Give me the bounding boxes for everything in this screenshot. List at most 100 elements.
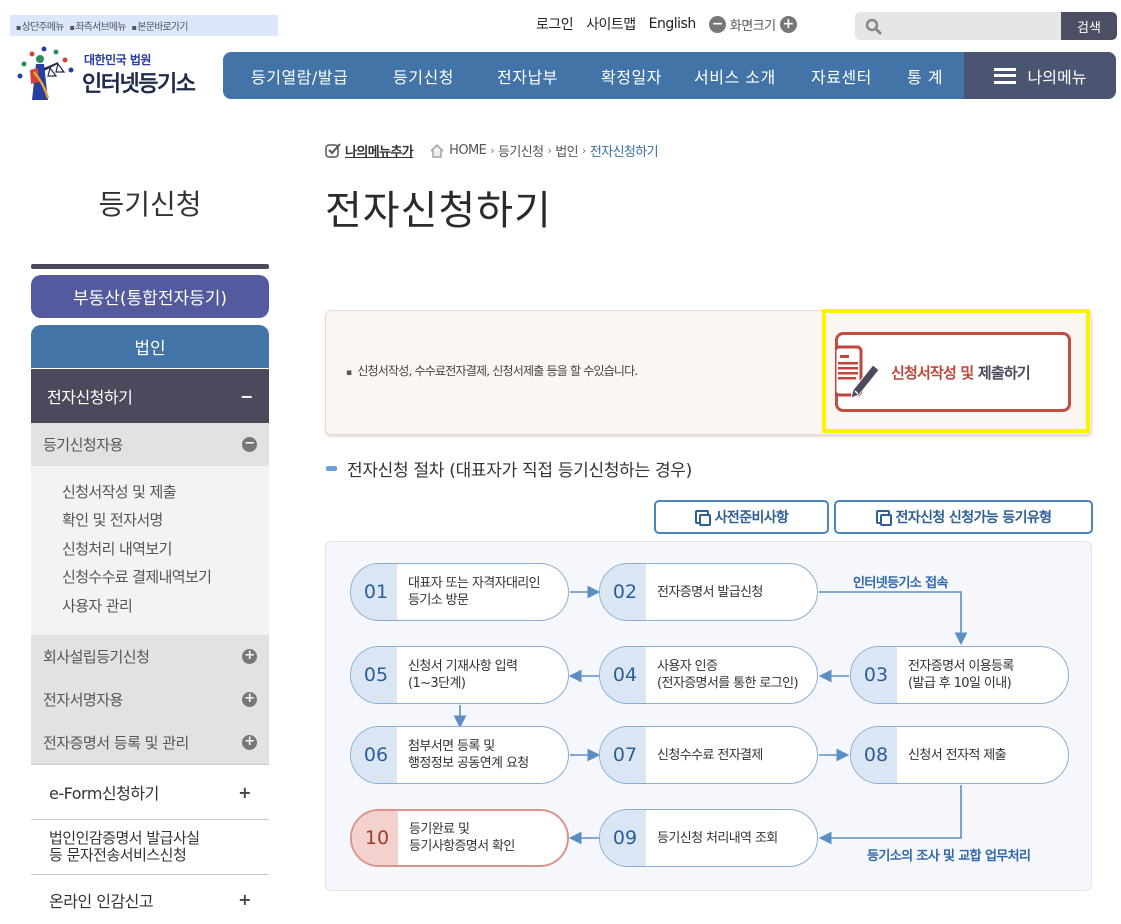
add-my-menu-link[interactable]: 나의메뉴추가 (325, 141, 414, 160)
expand-icon: + (238, 890, 251, 909)
step-number: 06 (351, 727, 397, 783)
submenu-item-fee-history[interactable]: 신청수수료 결제내역보기 (62, 563, 269, 591)
submenu-item-user-management[interactable]: 사용자 관리 (62, 592, 269, 620)
sidebar-realestate-button[interactable]: 부동산(통합전자등기) (31, 275, 269, 318)
skip-link-side-menu[interactable]: 좌측서브메뉴 (70, 18, 126, 33)
flow-step: 06 첨부서면 등록 및 행정정보 공동연계 요청 (350, 726, 569, 784)
my-menu-label: 나의메뉴 (1027, 67, 1087, 87)
flow-step: 09 등기신청 처리내역 조회 (599, 809, 818, 867)
sidebar-group-signer[interactable]: 전자서명자용 + (31, 678, 269, 721)
english-link[interactable]: English (649, 16, 697, 32)
step-number: 03 (851, 647, 897, 703)
screen-size-control: − 화면크기 + (708, 15, 797, 34)
chevron-right-icon: › (582, 144, 586, 157)
flow-step: 01 대표자 또는 자격자대리인 등기소 방문 (350, 563, 569, 621)
sidebar-group-label: 전자서명자용 (43, 691, 123, 709)
skip-navigation: 상단주메뉴 좌측서브메뉴 본문바로가기 (10, 15, 278, 36)
collapse-icon: − (240, 386, 253, 406)
preparation-label: 사전준비사항 (714, 510, 789, 526)
step-label: 신청서 전자적 제출 (908, 747, 1007, 763)
plus-circle-icon: + (242, 735, 257, 750)
chevron-right-icon: › (547, 144, 552, 157)
submenu-item-confirm-sign[interactable]: 확인 및 전자서명 (62, 506, 269, 534)
logo-title: 인터넷등기소 (82, 72, 196, 97)
step-number: 09 (600, 810, 646, 866)
breadcrumb-corporation[interactable]: 법인 (555, 141, 578, 160)
copy-icon (694, 510, 711, 526)
flow-note-processing: 등기소의 조사 및 교합 업무처리 (867, 849, 1031, 864)
sidebar-item-label: 온라인 인감신고 (49, 891, 154, 911)
flow-step: 03 전자증명서 이용등록 (발급 후 10일 이내) (850, 646, 1069, 704)
flow-step: 07 신청수수료 전자결제 (599, 726, 818, 784)
gnb-item-e-payment[interactable]: 전자납부 (497, 64, 601, 88)
sitemap-link[interactable]: 사이트맵 (586, 14, 636, 34)
copy-icon (875, 510, 892, 526)
notice-text: 신청서작성, 수수료전자결제, 신청서제출 등을 할 수있습니다. (346, 362, 638, 379)
search-icon (865, 18, 882, 35)
court-emblem-icon (17, 46, 74, 100)
home-icon (430, 143, 444, 158)
search-bar: 검색 (855, 12, 1117, 40)
registration-types-button[interactable]: 전자신청 신청가능 등기유형 (834, 500, 1093, 534)
section-bullet-icon (326, 466, 337, 471)
step-label: 전자증명서 이용등록 (발급 후 10일 이내) (908, 659, 1014, 691)
zoom-in-icon[interactable]: + (779, 15, 797, 33)
gnb-item-data-center[interactable]: 자료센터 (811, 64, 907, 88)
site-logo[interactable]: 대한민국 법원 인터넷등기소 (14, 42, 214, 102)
my-menu-button[interactable]: 나의메뉴 (964, 52, 1116, 99)
step-label: 대표자 또는 자격자대리인 등기소 방문 (408, 576, 541, 608)
hamburger-icon (993, 67, 1016, 84)
sidebar-group-company-setup[interactable]: 회사설립등기신청 + (31, 635, 269, 678)
step-label: 첨부서면 등록 및 행정정보 공동연계 요청 (408, 739, 529, 771)
login-link[interactable]: 로그인 (536, 14, 574, 34)
step-number: 05 (351, 647, 397, 703)
breadcrumb-registration[interactable]: 등기신청 (498, 141, 544, 160)
registration-types-label: 전자신청 신청가능 등기유형 (895, 510, 1053, 526)
zoom-out-icon[interactable]: − (708, 15, 726, 33)
sidebar-item-label: 법인인감증명서 발급사실 등 문자전송서비스신청 (49, 829, 200, 864)
gnb-item-registration[interactable]: 등기신청 (393, 64, 497, 88)
skip-link-top-menu[interactable]: 상단주메뉴 (16, 18, 65, 33)
sidebar-group-applicant[interactable]: 등기신청자용 − (31, 423, 269, 466)
search-button[interactable]: 검색 (1061, 12, 1117, 40)
gnb-item-view-issue[interactable]: 등기열람/발급 (251, 64, 393, 88)
flow-note-access: 인터넷등기소 접속 (853, 576, 948, 591)
step-number: 04 (600, 647, 646, 703)
procedure-flow: 인터넷등기소 접속 등기소의 조사 및 교합 업무처리 01 대표자 또는 자격… (325, 541, 1092, 891)
sidebar-group-label: 등기신청자용 (43, 436, 123, 454)
gnb-item-fixed-date[interactable]: 확정일자 (601, 64, 694, 88)
sidebar-title: 등기신청 (98, 188, 202, 221)
sidebar-item-seal-report[interactable]: 온라인 인감신고 + (31, 874, 269, 924)
sidebar-divider (31, 264, 269, 269)
step-label: 등기신청 처리내역 조회 (657, 830, 778, 846)
breadcrumb-current: 전자신청하기 (589, 145, 659, 160)
sidebar-group-certificate[interactable]: 전자증명서 등록 및 관리 + (31, 721, 269, 764)
breadcrumb-home[interactable]: HOME (449, 143, 487, 158)
search-input[interactable] (855, 12, 1061, 40)
sidebar-group-label: 전자증명서 등록 및 관리 (43, 734, 189, 752)
skip-link-content[interactable]: 본문바로가기 (132, 18, 188, 33)
add-my-menu-label: 나의메뉴추가 (345, 145, 414, 160)
gnb-items: 등기열람/발급 등기신청 전자납부 확정일자 서비스 소개 자료센터 통 계 (223, 52, 964, 99)
utility-links: 로그인 사이트맵 English − 화면크기 + (536, 14, 797, 34)
flow-step: 02 전자증명서 발급신청 (599, 563, 818, 621)
sidebar-item-sms-service[interactable]: 법인인감증명서 발급사실 등 문자전송서비스신청 (31, 819, 269, 874)
sidebar-corporation-button[interactable]: 법인 (31, 325, 269, 368)
submenu-item-history[interactable]: 신청처리 내역보기 (62, 535, 269, 563)
sidebar-item-e-application[interactable]: 전자신청하기 − (31, 369, 269, 423)
screen-size-label: 화면크기 (729, 18, 776, 34)
plus-circle-icon: + (242, 692, 257, 707)
arrow-02-03 (819, 591, 968, 646)
step-label: 신청서 기재사항 입력 (1~3단계) (408, 659, 518, 691)
submenu-item-write-submit[interactable]: 신청서작성 및 제출 (62, 478, 269, 506)
gnb-item-service-intro[interactable]: 서비스 소개 (694, 64, 811, 88)
preparation-button[interactable]: 사전준비사항 (654, 500, 829, 534)
chevron-right-icon: › (490, 144, 495, 157)
section-title-text: 전자신청 절차 (대표자가 직접 등기신청하는 경우) (347, 461, 692, 481)
gnb-item-statistics[interactable]: 통 계 (907, 64, 943, 88)
sidebar-item-eform[interactable]: e-Form신청하기 + (31, 764, 269, 819)
step-number: 07 (600, 727, 646, 783)
flow-step: 04 사용자 인증 (전자증명서를 통한 로그인) (599, 646, 818, 704)
step-label: 신청수수료 전자결제 (657, 747, 763, 763)
sidebar-item-label: e-Form신청하기 (49, 784, 159, 803)
